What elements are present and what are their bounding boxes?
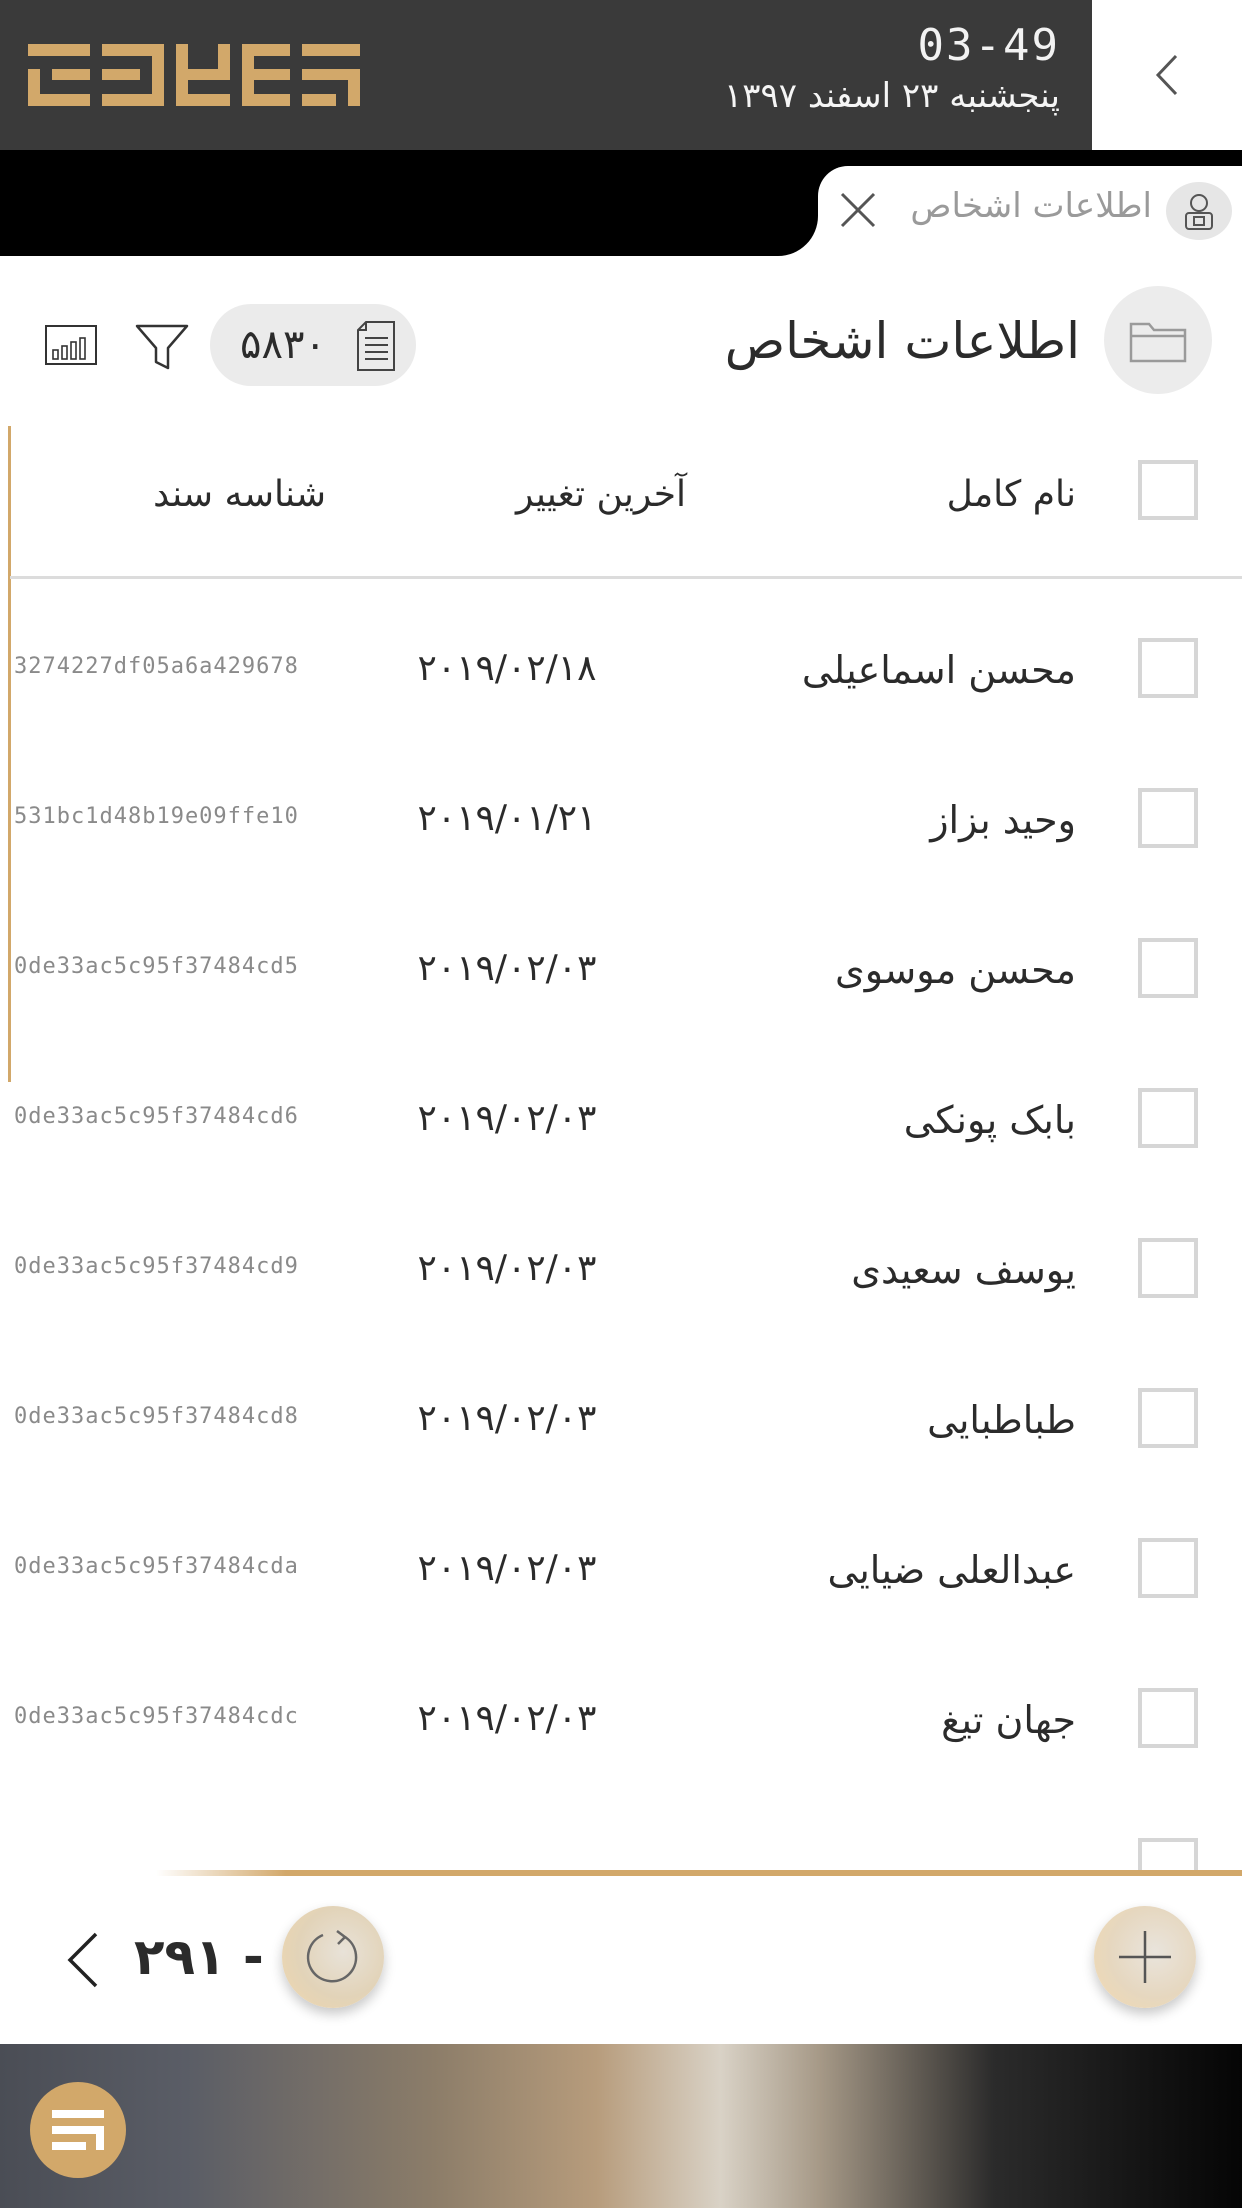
refresh-button[interactable] [282,1906,384,2008]
footer-banner [0,2044,1242,2208]
table-row[interactable]: محسن اسماعیلی ۲۰۱۹/۰۲/۱۸ 3274227df05a6a4… [0,596,1242,746]
table-row[interactable]: محسن موسوی ۲۰۱۹/۰۲/۰۳ 0de33ac5c95f37484c… [0,896,1242,1046]
cell-doc-id: 3274227df05a6a429678 [14,654,299,679]
refresh-icon [306,1930,358,1983]
cell-doc-id: 0de33ac5c95f37484cd5 [14,954,299,979]
cell-last-modified: ۲۰۱۹/۰۲/۰۳ [417,1548,597,1589]
cell-last-modified: ۲۰۱۹/۰۲/۰۳ [417,1248,597,1289]
header-divider [10,576,1242,579]
cell-last-modified: ۲۰۱۹/۰۲/۰۳ [417,948,597,989]
close-icon[interactable] [838,190,878,230]
cell-last-modified: ۲۰۱۹/۰۱/۲۱ [417,798,597,839]
cell-full-name: یوسف سعیدی [851,1248,1076,1292]
table-row[interactable]: بابک پونکی ۲۰۱۹/۰۲/۰۳ 0de33ac5c95f37484c… [0,1046,1242,1196]
plus-icon [1119,1931,1171,1983]
select-all-checkbox[interactable] [1138,460,1198,520]
clock-time: 03-49 [917,20,1060,71]
table-row[interactable]: طباطبایی ۲۰۱۹/۰۲/۰۳ 0de33ac5c95f37484cd8 [0,1346,1242,1496]
cell-doc-id: 531bc1d48b19e09ffe10 [14,804,299,829]
toolbar-divider [156,1870,1242,1876]
table-row[interactable]: جهان تیغ ۲۰۱۹/۰۲/۰۳ 0de33ac5c95f37484cdc [0,1646,1242,1796]
person-badge-icon [1166,182,1232,240]
row-checkbox[interactable] [1138,638,1198,698]
app-logo-icon[interactable] [30,2082,126,2178]
cell-full-name: وحید بزاز [930,798,1076,842]
chevron-left-icon [1155,54,1178,96]
bar-chart-icon[interactable] [44,324,98,366]
cell-doc-id: 0de33ac5c95f37484cd8 [14,1404,299,1429]
cell-last-modified: ۲۰۱۹/۰۲/۱۸ [417,648,597,689]
row-checkbox[interactable] [1138,788,1198,848]
record-count: ۵۸۳۰ [240,322,326,368]
cell-doc-id: 0de33ac5c95f37484cdc [14,1704,299,1729]
cell-doc-id: 0de33ac5c95f37484cda [14,1554,299,1579]
page-title: اطلاعات اشخاص [724,312,1080,370]
cell-full-name: عبدالعلی ضیایی [827,1548,1076,1592]
table-row[interactable]: وحید بزاز ۲۰۱۹/۰۱/۲۱ 531bc1d48b19e09ffe1… [0,746,1242,896]
cell-full-name: بابک پونکی [903,1098,1076,1142]
cell-full-name: محسن موسوی [835,948,1076,992]
row-checkbox[interactable] [1138,1088,1198,1148]
brand-logo [28,44,360,106]
cell-doc-id: 0de33ac5c95f37484cd6 [14,1104,299,1129]
row-checkbox[interactable] [1138,1538,1198,1598]
row-checkbox[interactable] [1138,938,1198,998]
row-checkbox[interactable] [1138,1388,1198,1448]
document-list-icon [357,321,395,371]
record-count-badge[interactable]: ۵۸۳۰ [210,304,416,386]
back-button[interactable] [1092,0,1242,150]
column-header-modified[interactable]: آخرین تغییر [516,474,686,515]
column-header-doc-id[interactable]: شناسه سند [153,474,326,515]
cell-last-modified: ۲۰۱۹/۰۲/۰۳ [417,1398,597,1439]
cell-full-name: محسن اسماعیلی [801,648,1076,692]
column-header-name[interactable]: نام کامل [947,474,1076,515]
table-row[interactable]: یوسف سعیدی ۲۰۱۹/۰۲/۰۳ 0de33ac5c95f37484c… [0,1196,1242,1346]
filter-icon[interactable] [134,322,190,374]
cell-full-name: طباطبایی [927,1398,1076,1442]
cell-last-modified: ۲۰۱۹/۰۲/۰۳ [417,1698,597,1739]
folder-icon [1104,286,1212,394]
cell-doc-id: 0de33ac5c95f37484cd9 [14,1254,299,1279]
row-checkbox[interactable] [1138,1688,1198,1748]
chevron-left-icon[interactable] [62,1930,102,1990]
cell-last-modified: ۲۰۱۹/۰۲/۰۳ [417,1098,597,1139]
cell-full-name: جهان تیغ [941,1698,1076,1742]
row-checkbox[interactable] [1138,1238,1198,1298]
top-header: 03-49 پنجشنبه ۲۳ اسفند ۱۳۹۷ [0,0,1092,150]
add-button[interactable] [1094,1906,1196,2008]
tab-title: اطلاعات اشخاص [910,186,1152,226]
current-date: پنجشنبه ۲۳ اسفند ۱۳۹۷ [724,76,1060,116]
tab-corner [778,216,818,256]
table-row[interactable]: عبدالعلی ضیایی ۲۰۱۹/۰۲/۰۳ 0de33ac5c95f37… [0,1496,1242,1646]
